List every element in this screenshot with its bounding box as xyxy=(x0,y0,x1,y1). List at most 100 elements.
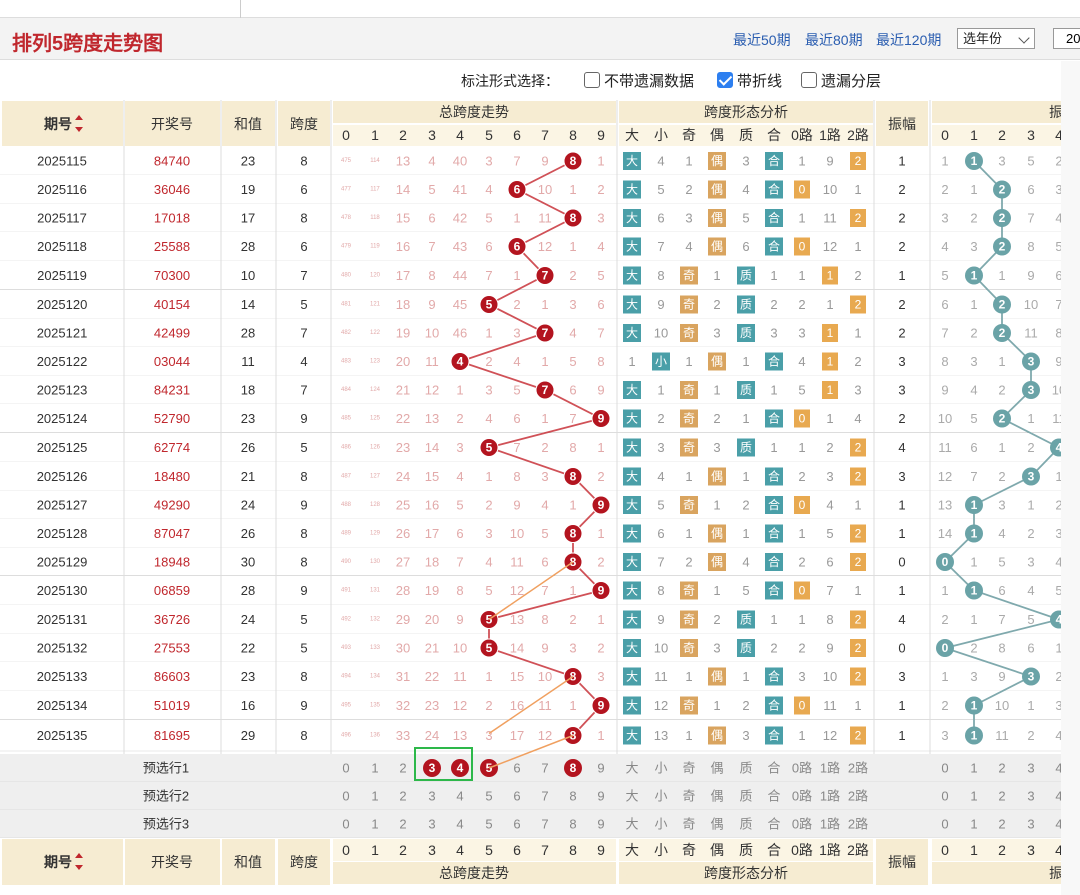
preselect-digit: 3 xyxy=(428,817,435,832)
shape-tag-text: 质 xyxy=(740,383,752,397)
sum-cell: 17 xyxy=(241,211,255,226)
scrollbar[interactable] xyxy=(1061,61,1080,895)
shape-omission: 1 xyxy=(826,297,833,312)
trend-omission: 9 xyxy=(428,297,435,312)
trend-omission: 4 xyxy=(456,469,463,484)
amp-digit-header xyxy=(932,125,1062,146)
amp-cell: 1 xyxy=(898,698,905,713)
trend-omission: 130 xyxy=(370,559,381,565)
shape-omission: 3 xyxy=(713,440,720,455)
route-tag-text: 0 xyxy=(799,183,806,197)
amp-omission: 14 xyxy=(938,526,952,541)
trend-digit-label: 5 xyxy=(485,842,493,858)
span-cell: 5 xyxy=(300,440,307,455)
amp-ball-text: 1 xyxy=(971,527,978,541)
trend-omission: 1 xyxy=(485,326,492,341)
shape-tag-text: 大 xyxy=(626,527,638,541)
preselect-label: 预选行2 xyxy=(143,789,189,804)
shape-tag-text: 奇 xyxy=(683,326,695,340)
trend-omission: 1 xyxy=(597,612,604,627)
preselect-digit: 0 xyxy=(342,789,349,804)
shape-tag-text: 大 xyxy=(626,441,638,455)
number-cell: 49290 xyxy=(154,498,190,513)
preselect-shape: 合 xyxy=(767,789,780,804)
amp-omission: 1 xyxy=(970,612,977,627)
sum-cell: 28 xyxy=(241,326,255,341)
shape-col-label: 合 xyxy=(767,127,781,143)
shape-tag-text: 偶 xyxy=(711,211,723,225)
trend-omission: 2 xyxy=(597,469,604,484)
preselect-label: 预选行1 xyxy=(143,761,189,776)
trend-omission: 1 xyxy=(569,583,576,598)
preselect-digit: 8 xyxy=(569,789,576,804)
amp-omission: 1 xyxy=(970,555,977,570)
sum-cell: 23 xyxy=(241,669,255,684)
span-ball-text: 9 xyxy=(598,412,605,426)
amp-cell: 2 xyxy=(898,411,905,426)
shape-omission: 4 xyxy=(657,469,664,484)
shape-tag-text: 质 xyxy=(740,613,752,627)
preselect-digit: 3 xyxy=(428,789,435,804)
preselect-shape: 奇 xyxy=(682,789,695,804)
shape-tag-text: 合 xyxy=(768,497,780,512)
period-cell: 2025126 xyxy=(37,469,88,484)
period-cell: 2025129 xyxy=(37,555,88,570)
preselect-digit: 1 xyxy=(371,817,378,832)
trend-digit-label: 6 xyxy=(513,842,521,858)
amp-omission: 11 xyxy=(938,440,952,455)
number-cell: 06859 xyxy=(154,583,190,598)
period-cell: 2025118 xyxy=(37,239,87,254)
amp-cell: 3 xyxy=(898,383,905,398)
shape-omission: 4 xyxy=(798,354,805,369)
trend-omission: 475 xyxy=(341,158,352,164)
trend-omission: 9 xyxy=(541,641,548,656)
amp-digit-label: 0 xyxy=(941,127,949,143)
trend-omission: 124 xyxy=(370,387,381,393)
number-cell: 27553 xyxy=(154,641,190,656)
sum-cell: 24 xyxy=(241,498,255,513)
amp-omission: 10 xyxy=(1024,297,1038,312)
trend-omission: 3 xyxy=(569,641,576,656)
trend-omission: 30 xyxy=(396,641,410,656)
span-ball-text: 8 xyxy=(570,527,577,541)
shape-omission: 7 xyxy=(657,239,664,254)
trend-omission: 481 xyxy=(341,302,352,308)
shape-omission: 9 xyxy=(826,154,833,169)
route-tag-text: 2 xyxy=(855,470,862,484)
amp-omission: 5 xyxy=(1027,154,1034,169)
number-cell: 17018 xyxy=(154,211,190,226)
shape-omission: 2 xyxy=(798,297,805,312)
shape-omission: 11 xyxy=(823,698,837,713)
amp-cell: 1 xyxy=(898,498,905,513)
shape-tag-text: 合 xyxy=(768,182,780,197)
number-cell: 25588 xyxy=(154,239,190,254)
period-cell: 2025131 xyxy=(37,612,88,627)
shape-omission: 11 xyxy=(823,211,837,226)
amp-omission: 1 xyxy=(1027,411,1034,426)
span-cell: 6 xyxy=(300,239,307,254)
span-ball-text: 8 xyxy=(570,211,577,225)
number-cell: 18480 xyxy=(154,469,190,484)
amp-omission: 5 xyxy=(941,268,948,283)
span-ball-text: 8 xyxy=(570,555,577,569)
shape-footer-text: 跨度形态分析 xyxy=(704,865,788,881)
period-cell: 2025115 xyxy=(37,154,87,169)
preselect-digit: 1 xyxy=(371,789,378,804)
route-tag-text: 1 xyxy=(827,355,834,369)
trend-omission: 482 xyxy=(341,330,352,336)
trend-omission: 24 xyxy=(396,469,410,484)
shape-omission: 2 xyxy=(713,612,720,627)
period-cell: 2025122 xyxy=(37,354,88,369)
shape-col-label: 大 xyxy=(625,127,639,143)
trend-footer-text: 总跨度走势 xyxy=(439,865,509,881)
span-cell: 9 xyxy=(300,698,307,713)
shape-col-label: 合 xyxy=(767,842,781,858)
shape-omission: 1 xyxy=(713,698,720,713)
shape-omission: 1 xyxy=(713,583,720,598)
amp-cell: 2 xyxy=(898,326,905,341)
trend-omission: 3 xyxy=(597,669,604,684)
preselect-shape: 小 xyxy=(654,789,667,804)
trend-omission: 7 xyxy=(428,239,435,254)
trend-digit-label: 6 xyxy=(513,127,521,143)
trend-omission: 479 xyxy=(341,244,352,250)
